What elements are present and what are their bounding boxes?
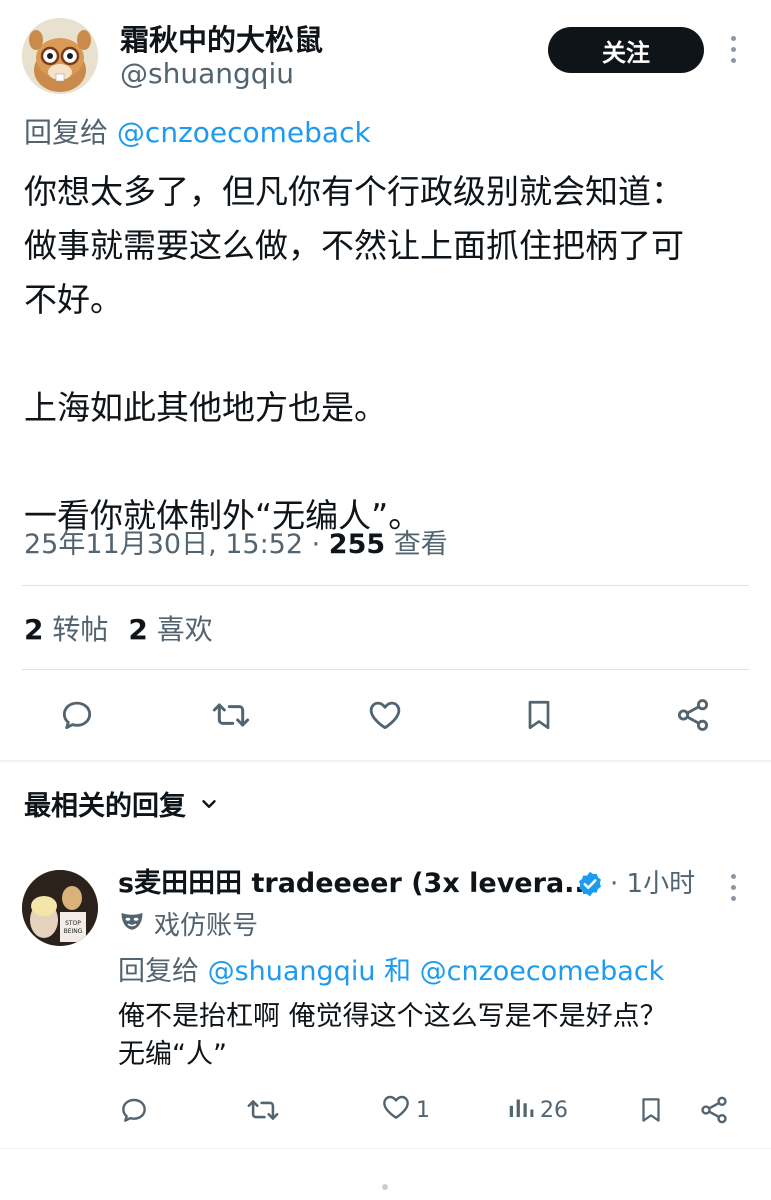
svg-text:BEING: BEING bbox=[64, 928, 83, 935]
reply-to-mention[interactable]: @cnzoecomeback bbox=[117, 116, 371, 149]
reply-icon[interactable] bbox=[52, 690, 102, 740]
parody-mask-icon bbox=[118, 907, 146, 945]
like-icon[interactable] bbox=[360, 690, 410, 740]
retweets-count: 2 bbox=[24, 613, 44, 646]
reply-share-icon[interactable] bbox=[698, 1090, 730, 1130]
author-avatar[interactable] bbox=[22, 18, 98, 94]
reply-bookmark-icon[interactable] bbox=[636, 1090, 666, 1130]
views-chart-icon bbox=[506, 1092, 536, 1128]
loading-indicator bbox=[382, 1184, 388, 1190]
reply-to-prefix: 回复给 bbox=[118, 956, 199, 987]
reply-like-count: 1 bbox=[416, 1097, 430, 1123]
bookmark-icon[interactable] bbox=[514, 690, 564, 740]
reply-reply-to-line: 回复给 @shuangqiu 和 @cnzoecomeback bbox=[118, 954, 664, 990]
follow-button[interactable]: 关注 bbox=[548, 27, 704, 73]
tweet-timestamp[interactable]: 25年11月30日, 15:52 · bbox=[24, 529, 329, 560]
reply-author-name[interactable]: s麦田田田 tradeeeer (3x levera... bbox=[118, 866, 595, 902]
tweet-action-bar bbox=[0, 690, 771, 742]
verified-badge-icon bbox=[576, 870, 604, 898]
reply-to-prefix: 回复给 bbox=[24, 116, 109, 149]
likes-count: 2 bbox=[128, 613, 148, 646]
reply-reply-icon[interactable] bbox=[118, 1090, 150, 1130]
likes-label: 喜欢 bbox=[156, 613, 213, 646]
engagement-stats: 2 转帖 2 喜欢 bbox=[24, 612, 213, 648]
reply-retweet-icon[interactable] bbox=[246, 1090, 280, 1130]
reply-sort-dropdown[interactable]: 最相关的回复 bbox=[24, 789, 220, 825]
reply-to-mention[interactable]: @cnzoecomeback bbox=[420, 956, 665, 987]
divider bbox=[22, 669, 749, 670]
reply-like-button[interactable]: 1 bbox=[380, 1090, 430, 1130]
retweets-stat[interactable]: 2 转帖 bbox=[24, 612, 108, 648]
reply-to-and: 和 bbox=[375, 956, 420, 987]
parody-account-label: 戏仿账号 bbox=[118, 907, 258, 945]
section-divider bbox=[0, 760, 771, 762]
share-icon[interactable] bbox=[668, 690, 718, 740]
reply-to-line: 回复给 @cnzoecomeback bbox=[24, 115, 371, 151]
svg-text:STOP: STOP bbox=[65, 920, 81, 927]
reply-text: 俺不是抬杠啊 俺觉得这个这么写是不是好点？ 无编“人” bbox=[118, 1001, 667, 1070]
reply-action-bar: 1 26 bbox=[0, 1090, 771, 1130]
reply-views-count: 26 bbox=[540, 1097, 568, 1123]
chevron-down-icon bbox=[198, 789, 220, 825]
author-display-name[interactable]: 霜秋中的大松鼠 bbox=[120, 22, 323, 58]
retweets-label: 转帖 bbox=[52, 613, 109, 646]
likes-stat[interactable]: 2 喜欢 bbox=[128, 612, 212, 648]
reply-views-button[interactable]: 26 bbox=[506, 1090, 568, 1130]
tweet-text: 你想太多了，但凡你有个行政级别就会知道： 做事就需要这么做，不然让上面抓住把柄了… bbox=[24, 172, 684, 535]
views-count: 255 bbox=[328, 529, 386, 560]
parody-label-text: 戏仿账号 bbox=[154, 911, 259, 941]
reply-more-options-icon[interactable] bbox=[728, 874, 738, 901]
views-label: 查看 bbox=[385, 529, 448, 560]
retweet-icon[interactable] bbox=[206, 690, 256, 740]
more-options-icon[interactable] bbox=[728, 36, 738, 63]
reply-timestamp[interactable]: · 1小时 bbox=[610, 866, 695, 902]
reply-sort-label: 最相关的回复 bbox=[24, 791, 186, 822]
tweet-meta: 25年11月30日, 15:52 · 255 查看 bbox=[24, 527, 448, 563]
divider bbox=[22, 585, 749, 586]
reply-to-mention[interactable]: @shuangqiu bbox=[208, 956, 376, 987]
like-icon bbox=[380, 1091, 412, 1129]
reply-author-avatar[interactable]: STOP BEING bbox=[22, 870, 98, 946]
author-handle[interactable]: @shuangqiu bbox=[120, 57, 294, 91]
reply-divider bbox=[0, 1148, 771, 1149]
